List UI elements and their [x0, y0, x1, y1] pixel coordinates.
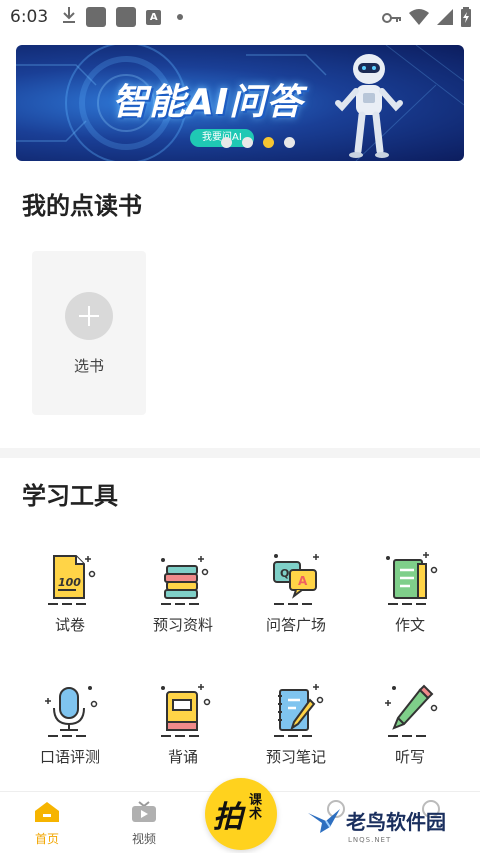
my-books-title: 我的点读书 [22, 192, 142, 220]
svg-text:A: A [298, 574, 308, 588]
tool-label: 听写 [394, 748, 425, 766]
tool-preview-notes[interactable]: 预习笔记 [236, 682, 356, 767]
select-book-card[interactable]: 选书 [32, 251, 146, 415]
svg-text:100: 100 [58, 576, 81, 589]
signal-icon [436, 8, 454, 30]
tool-qa-square[interactable]: Q A 问答广场 [236, 550, 356, 635]
watermark-text: 老鸟软件园 [346, 810, 446, 834]
microphone-icon [45, 686, 98, 737]
status-right [382, 7, 472, 31]
tools-title: 学习工具 [22, 482, 118, 510]
tool-label: 作文 [394, 616, 425, 634]
pager-dot[interactable] [242, 137, 253, 148]
composition-icon [386, 552, 438, 605]
tool-label: 预习笔记 [265, 748, 326, 766]
photo-lesson-button[interactable]: 拍 课术 [205, 778, 277, 850]
home-icon [35, 802, 59, 822]
add-icon [65, 292, 113, 340]
select-book-label: 选书 [73, 357, 104, 375]
banner-title: 智能AI问答 [112, 82, 304, 123]
robot-illustration [335, 54, 403, 158]
svg-text:Q: Q [280, 567, 289, 580]
book-stack-icon [161, 556, 209, 605]
pager-dot-active[interactable] [263, 137, 274, 148]
ai-qa-banner[interactable]: 智能AI问答 我要问AI [16, 45, 464, 161]
photo-lesson-big: 拍 [213, 800, 243, 835]
tool-label: 背诵 [167, 748, 198, 766]
wifi-icon [408, 8, 430, 30]
tool-dictation[interactable]: 听写 [350, 682, 470, 767]
notebook-pencil-icon [274, 684, 324, 737]
app-icon [116, 7, 137, 27]
tool-label: 试卷 [54, 616, 85, 634]
nav-home-label: 首页 [34, 832, 59, 846]
status-bar: 6:03 A [0, 0, 480, 34]
qa-bubble-icon: Q A [273, 554, 319, 605]
tool-oral-assessment[interactable]: 口语评测 [10, 682, 130, 767]
watermark-sub: LNQS.NET [348, 836, 392, 844]
recite-book-icon [161, 684, 211, 737]
status-time: 6:03 [10, 7, 49, 27]
section-divider [0, 448, 480, 458]
a-icon: A [146, 9, 162, 25]
photo-lesson-small: 课术 [249, 793, 263, 822]
nav-home[interactable]: 首页 [17, 800, 77, 847]
tool-recite[interactable]: 背诵 [123, 682, 243, 767]
dot-icon [177, 14, 184, 20]
key-icon [382, 10, 402, 29]
pager-dot[interactable] [284, 137, 295, 148]
pencil-icon [385, 684, 438, 737]
app-icon [86, 7, 107, 27]
banner-pager [221, 137, 295, 148]
tool-label: 口语评测 [39, 748, 100, 766]
bird-logo-icon [308, 808, 340, 833]
video-icon [132, 801, 156, 822]
tool-composition[interactable]: 作文 [350, 550, 470, 635]
pager-dot[interactable] [221, 137, 232, 148]
nav-video[interactable]: 视频 [114, 800, 174, 847]
battery-icon [460, 7, 472, 31]
watermark-logo: 老鸟软件园 [306, 806, 446, 835]
exam-paper-icon: 100 [48, 555, 96, 605]
tool-exam[interactable]: 100 试卷 [10, 550, 130, 635]
tool-label: 问答广场 [265, 616, 326, 634]
nav-video-label: 视频 [131, 832, 156, 846]
download-icon [62, 6, 76, 28]
tool-label: 预习资料 [152, 616, 213, 634]
tool-preview-materials[interactable]: 预习资料 [123, 550, 243, 635]
